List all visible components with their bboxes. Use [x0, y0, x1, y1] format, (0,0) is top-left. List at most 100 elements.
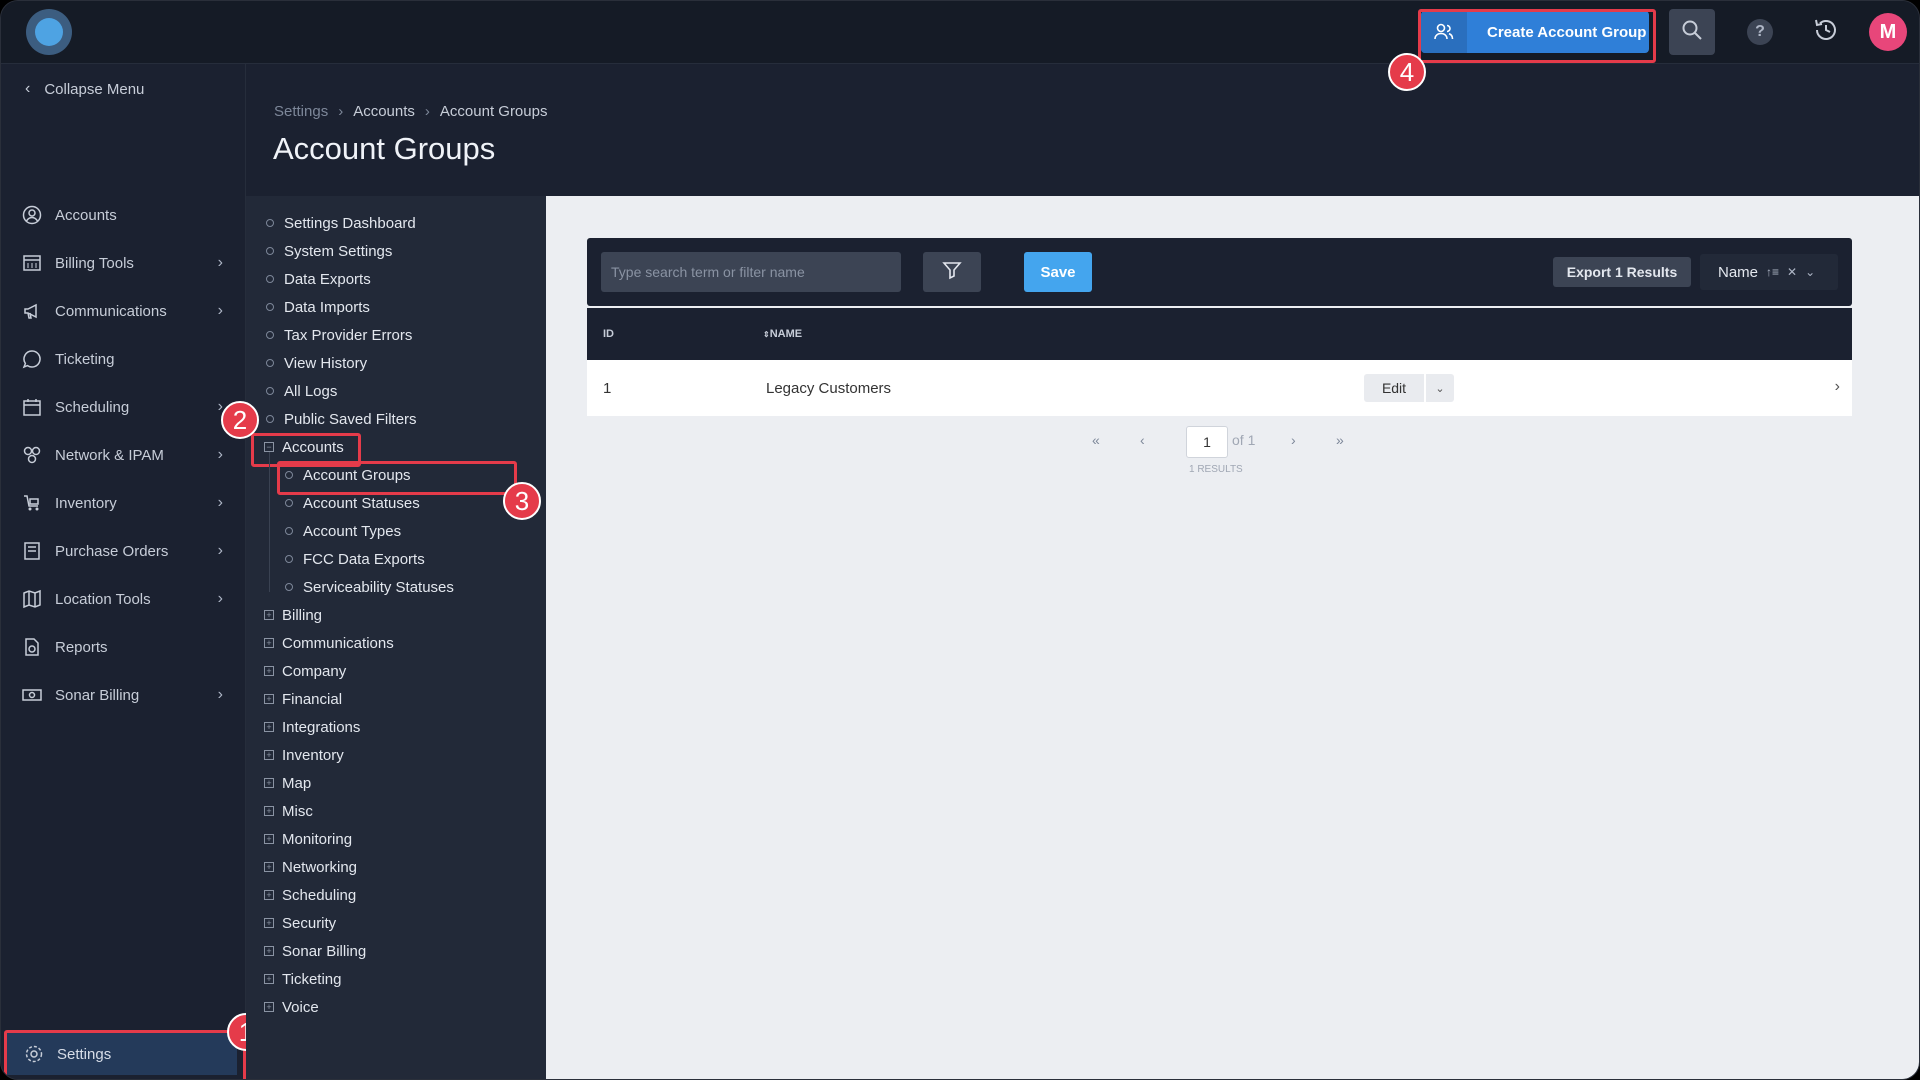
sort-field-label: Name [1718, 263, 1759, 281]
bullet-icon [266, 415, 274, 423]
bullet-icon [266, 303, 274, 311]
chat-bubble-icon [21, 348, 43, 370]
bullet-icon [285, 527, 293, 535]
tree-item-label: Serviceability Statuses [303, 578, 454, 596]
export-button[interactable]: Export 1 Results [1553, 257, 1691, 287]
column-header-id[interactable]: ID [603, 328, 614, 340]
tree-item-label: FCC Data Exports [303, 550, 425, 568]
sidebar-item-label: Settings [57, 1045, 112, 1063]
sidebar-item-ticketing[interactable]: Ticketing [21, 344, 231, 374]
chevron-right-icon: › [217, 302, 223, 319]
tree-item-sonar-billing[interactable]: + Sonar Billing [264, 939, 366, 963]
tree-item-ticketing[interactable]: + Ticketing [264, 967, 341, 991]
tree-item-billing[interactable]: + Billing [264, 603, 322, 627]
tree-item-all-logs[interactable]: All Logs [266, 379, 337, 403]
tree-item-monitoring[interactable]: + Monitoring [264, 827, 352, 851]
tree-item-scheduling[interactable]: + Scheduling [264, 883, 356, 907]
callout-3: 3 [503, 482, 541, 520]
gear-icon [23, 1043, 45, 1065]
tree-item-inventory[interactable]: + Inventory [264, 743, 344, 767]
chevron-down-icon[interactable]: ⌄ [1805, 265, 1815, 279]
bullet-icon [285, 499, 293, 507]
sidebar-item-scheduling[interactable]: Scheduling › [21, 392, 231, 422]
sort-selector[interactable]: Name ↑≡ ✕ ⌄ [1700, 254, 1838, 290]
row-expand-icon[interactable]: › [1835, 378, 1840, 396]
sidebar-item-settings[interactable]: Settings [7, 1033, 237, 1075]
tree-item-account-statuses[interactable]: Account Statuses [285, 491, 420, 515]
next-page-icon[interactable]: › [1291, 432, 1296, 448]
page-title: Account Groups [273, 131, 496, 166]
sidebar-item-communications[interactable]: Communications › [21, 296, 231, 326]
sidebar-item-network-ipam[interactable]: Network & IPAM › [21, 440, 231, 470]
help-button[interactable]: ? [1747, 19, 1773, 45]
sidebar-item-accounts[interactable]: Accounts [21, 200, 231, 230]
breadcrumb-settings[interactable]: Settings [274, 103, 328, 120]
prev-page-icon[interactable]: ‹ [1140, 432, 1145, 448]
global-search-button[interactable] [1669, 9, 1715, 55]
tree-item-label: Company [282, 662, 347, 680]
expand-icon: + [264, 806, 274, 816]
tree-item-system-settings[interactable]: System Settings [266, 239, 392, 263]
last-page-icon[interactable]: » [1336, 432, 1344, 448]
report-icon [21, 636, 43, 658]
first-page-icon[interactable]: « [1092, 432, 1100, 448]
history-button[interactable] [1811, 17, 1841, 47]
tree-item-communications[interactable]: + Communications [264, 631, 394, 655]
clear-sort-icon[interactable]: ✕ [1787, 265, 1797, 279]
tree-item-voice[interactable]: + Voice [264, 995, 319, 1019]
app-logo[interactable] [26, 9, 72, 55]
tree-item-label: All Logs [284, 382, 338, 400]
sidebar-item-sonar-billing[interactable]: Sonar Billing › [21, 680, 231, 710]
create-account-group-button[interactable]: Create Account Group [1421, 11, 1649, 53]
save-button[interactable]: Save [1024, 252, 1092, 292]
tree-item-financial[interactable]: + Financial [264, 687, 342, 711]
tree-item-settings-dashboard[interactable]: Settings Dashboard [266, 211, 416, 235]
tree-item-view-history[interactable]: View History [266, 351, 367, 375]
sidebar-item-purchase-orders[interactable]: Purchase Orders › [21, 536, 231, 566]
row-actions-dropdown[interactable]: ⌄ [1426, 374, 1454, 402]
tree-item-public-saved-filters[interactable]: Public Saved Filters [266, 407, 417, 431]
sidebar-item-reports[interactable]: Reports [21, 632, 231, 662]
tree-item-tax-provider-errors[interactable]: Tax Provider Errors [266, 323, 412, 347]
tree-item-integrations[interactable]: + Integrations [264, 715, 360, 739]
expand-icon: + [264, 638, 274, 648]
tree-item-security[interactable]: + Security [264, 911, 336, 935]
bullet-icon [266, 275, 274, 283]
breadcrumb: Settings › Accounts › Account Groups [274, 103, 547, 120]
tree-connector [269, 452, 270, 592]
cell-name: Legacy Customers [766, 380, 892, 397]
sidebar-item-location-tools[interactable]: Location Tools › [21, 584, 231, 614]
tree-item-fcc-data-exports[interactable]: FCC Data Exports [285, 547, 425, 571]
expand-icon: + [264, 722, 274, 732]
sidebar-item-billing-tools[interactable]: Billing Tools › [21, 248, 231, 278]
table-row[interactable]: 1 Legacy Customers Edit ⌄ › [587, 360, 1852, 416]
filter-button[interactable] [923, 252, 981, 292]
tree-item-data-imports[interactable]: Data Imports [266, 295, 370, 319]
top-bar: Create Account Group ? M [1, 1, 1919, 64]
user-avatar[interactable]: M [1869, 13, 1907, 51]
tree-item-accounts[interactable]: − Accounts [264, 435, 344, 459]
tree-item-account-types[interactable]: Account Types [285, 519, 401, 543]
edit-button[interactable]: Edit [1364, 374, 1424, 402]
tree-item-account-groups[interactable]: Account Groups [285, 463, 411, 487]
table-header: ID ⇕NAME [587, 308, 1852, 360]
search-input[interactable] [601, 252, 901, 292]
chevron-right-icon: › [217, 542, 223, 559]
sidebar-item-label: Purchase Orders [55, 542, 169, 560]
chevron-right-icon: › [217, 686, 223, 703]
tree-item-company[interactable]: + Company [264, 659, 346, 683]
tree-item-serviceability-statuses[interactable]: Serviceability Statuses [285, 575, 454, 599]
expand-icon: + [264, 694, 274, 704]
column-header-name[interactable]: ⇕NAME [763, 328, 802, 340]
tree-item-map[interactable]: + Map [264, 771, 311, 795]
sidebar-item-inventory[interactable]: Inventory › [21, 488, 231, 518]
tree-item-networking[interactable]: + Networking [264, 855, 357, 879]
page-number-input[interactable]: 1 [1186, 426, 1228, 458]
breadcrumb-accounts[interactable]: Accounts [353, 103, 415, 120]
calendar-icon [21, 396, 43, 418]
collapse-menu-label: Collapse Menu [44, 80, 145, 98]
collapse-menu-button[interactable]: ‹ Collapse Menu [25, 80, 144, 98]
sort-order-icon[interactable]: ↑≡ [1766, 265, 1779, 279]
tree-item-misc[interactable]: + Misc [264, 799, 313, 823]
tree-item-data-exports[interactable]: Data Exports [266, 267, 371, 291]
